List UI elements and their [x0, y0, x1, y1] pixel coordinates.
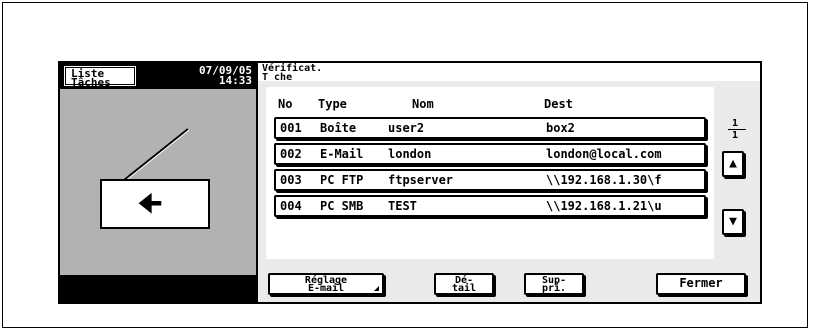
column-header-no: No [278, 97, 293, 111]
row-type: PC SMB [320, 199, 364, 213]
left-arrow-icon: 🠈 [138, 189, 163, 219]
close-label: Fermer [679, 276, 723, 290]
row-nom: london [388, 147, 432, 161]
date-time-display: 07/09/05 14:33 [199, 65, 252, 87]
reglage-label-line2: E-mail [307, 283, 345, 294]
submenu-corner-icon [374, 286, 379, 291]
job-list-label-line2: Tâches [71, 76, 111, 89]
detail-label-line2: tail [451, 283, 477, 294]
row-dest: box2 [546, 121, 575, 135]
current-page: 1 [731, 118, 739, 129]
delete-button[interactable]: Sup- pri. [524, 273, 584, 295]
table-row[interactable]: 001 Boîte user2 box2 [274, 117, 706, 139]
status-bar: Liste Tâches 07/09/05 14:33 [60, 63, 256, 89]
row-no: 001 [280, 121, 302, 135]
left-panel: Liste Tâches 07/09/05 14:33 🠈 [60, 63, 256, 302]
row-nom: TEST [388, 199, 417, 213]
table-header: No Type Nom Dest [276, 95, 706, 113]
total-pages: 1 [731, 130, 739, 141]
table-row[interactable]: 004 PC SMB TEST \\192.168.1.21\u [274, 195, 706, 217]
row-no: 003 [280, 173, 302, 187]
row-dest: \\192.168.1.21\u [546, 199, 662, 213]
row-dest: london@local.com [546, 147, 662, 161]
row-dest: \\192.168.1.30\f [546, 173, 662, 187]
time-text: 14:33 [218, 74, 252, 87]
device-frame: Liste Tâches 07/09/05 14:33 🠈 Vérificat.… [2, 2, 808, 328]
row-nom: user2 [388, 121, 425, 135]
job-list-button[interactable]: Liste Tâches [64, 66, 136, 89]
row-no: 004 [280, 199, 302, 213]
job-list-area: No Type Nom Dest 001 Boîte user2 box2 00… [258, 81, 760, 267]
job-list: No Type Nom Dest 001 Boîte user2 box2 00… [266, 87, 714, 259]
right-panel: Vérificat. T che No Type Nom Dest 001 Bo… [258, 63, 760, 302]
scroll-down-button[interactable]: ▼ [722, 209, 744, 235]
delete-label-line2: pri. [541, 283, 567, 294]
column-header-dest: Dest [544, 97, 573, 111]
row-type: PC FTP [320, 173, 364, 187]
back-button[interactable]: 🠈 [100, 179, 210, 229]
control-panel-screen: Liste Tâches 07/09/05 14:33 🠈 Vérificat.… [58, 61, 762, 304]
down-arrow-icon: ▼ [729, 214, 737, 229]
column-header-type: Type [318, 97, 347, 111]
page-indicator: 1 1 [722, 119, 748, 143]
left-panel-graphic: 🠈 [60, 89, 256, 275]
up-arrow-icon: ▲ [729, 156, 737, 171]
close-button[interactable]: Fermer [656, 273, 746, 295]
column-header-nom: Nom [412, 97, 434, 111]
reglage-email-button[interactable]: Réglage E-mail [268, 273, 384, 295]
table-row[interactable]: 003 PC FTP ftpserver \\192.168.1.30\f [274, 169, 706, 191]
row-type: Boîte [320, 121, 357, 135]
row-type: E-Mail [320, 147, 364, 161]
row-nom: ftpserver [388, 173, 454, 187]
screen-title: Vérificat. T che [262, 64, 322, 83]
left-panel-footer [60, 275, 256, 302]
footer-bar: Réglage E-mail Dé- tail Sup- pri. Fermer [258, 267, 760, 302]
scroll-up-button[interactable]: ▲ [722, 151, 744, 177]
row-no: 002 [280, 147, 302, 161]
detail-button[interactable]: Dé- tail [434, 273, 494, 295]
table-row[interactable]: 002 E-Mail london london@local.com [274, 143, 706, 165]
